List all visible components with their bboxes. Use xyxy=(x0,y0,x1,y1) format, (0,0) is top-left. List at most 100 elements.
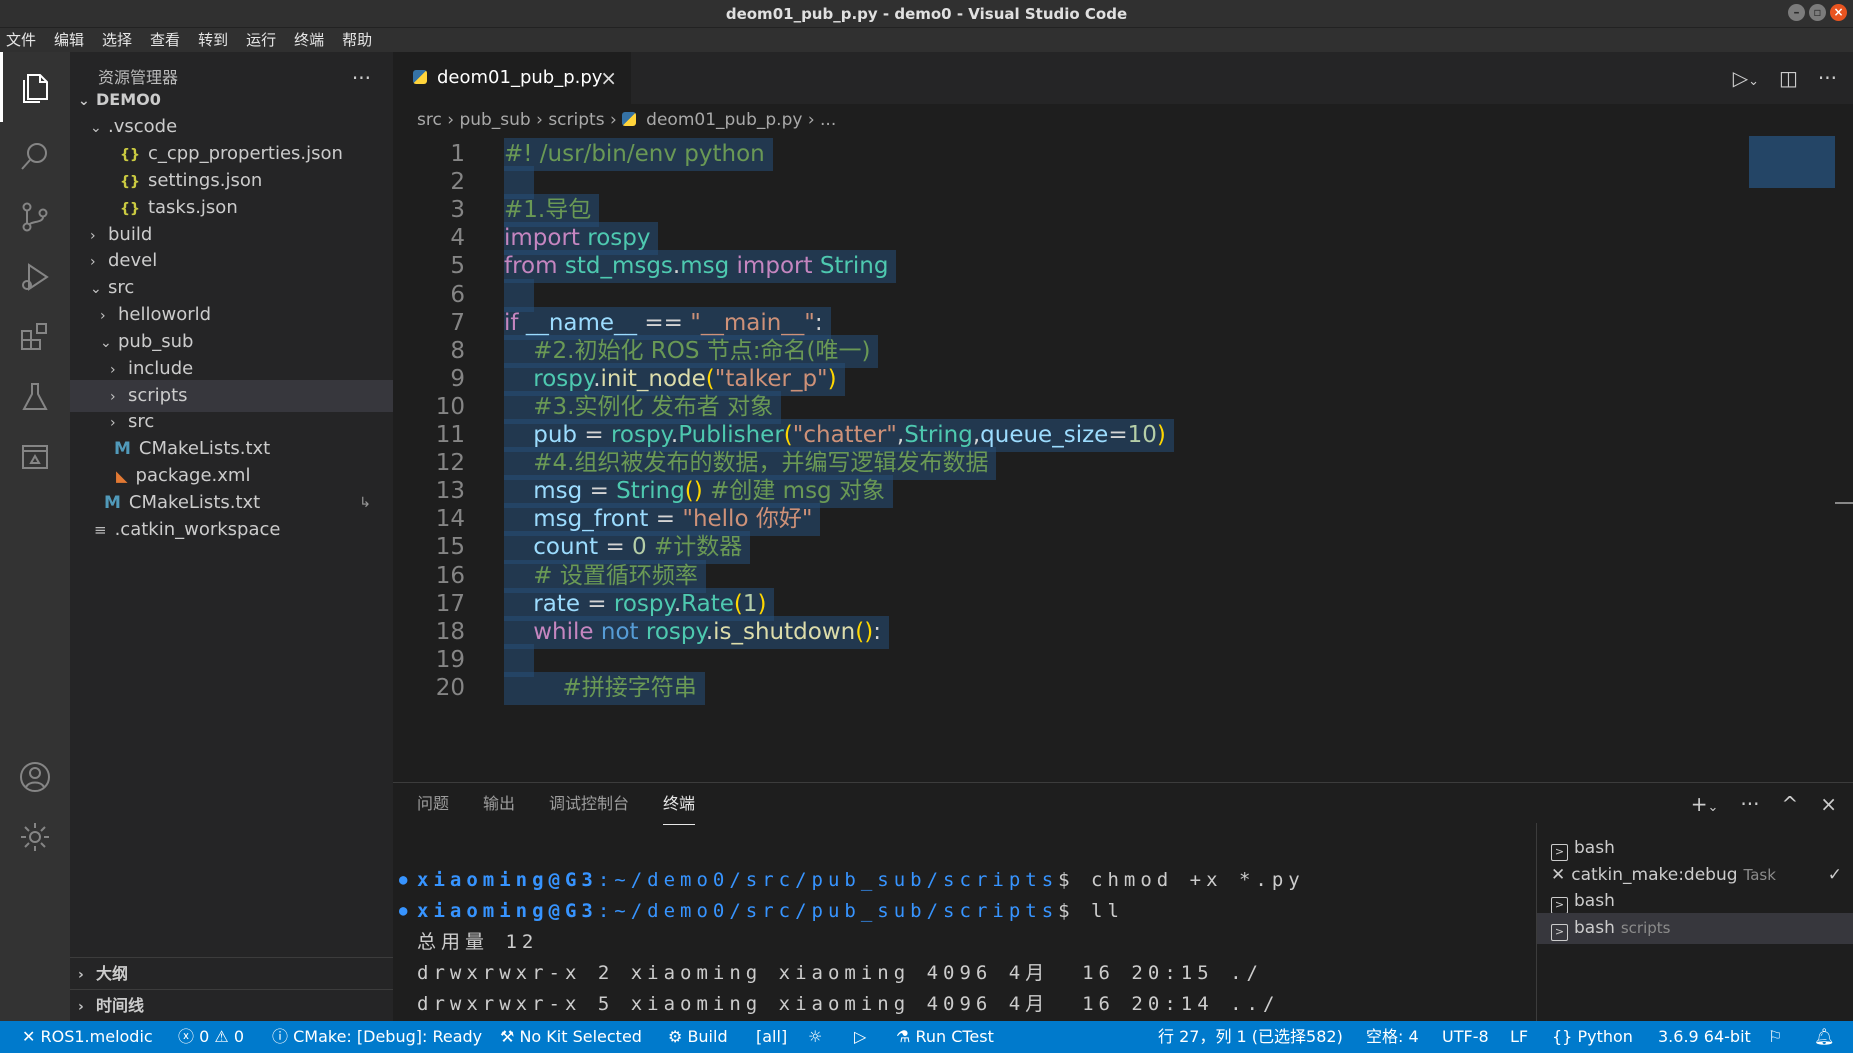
close-window-button[interactable]: × xyxy=(1830,4,1847,21)
code-line[interactable]: 20 #拼接字符串 xyxy=(393,671,1748,705)
braces-icon: {} xyxy=(1552,1027,1578,1046)
terminal-icon: > xyxy=(1551,897,1568,914)
tab-debug-console[interactable]: 调试控制台 xyxy=(549,783,629,825)
new-terminal-icon[interactable]: +⌄ xyxy=(1691,783,1719,825)
editor-area: deom01_pub_p.py × ▷⌄ ◫ ··· src › pub_sub… xyxy=(393,52,1853,782)
error-icon: ⓧ xyxy=(178,1027,200,1046)
python-file-icon xyxy=(622,112,637,126)
status-bar: ✕ ROS1.melodic ⓧ 0 ⚠ 0 ⓘ CMake: [Debug]:… xyxy=(0,1021,1853,1053)
tab-problems[interactable]: 问题 xyxy=(417,783,449,825)
settings-gear-icon[interactable] xyxy=(0,802,70,872)
code-text: #拼接字符串 xyxy=(504,671,705,705)
remote-indicator[interactable]: ✕ ROS1.melodic xyxy=(22,1021,153,1053)
wrench-icon: ⚒ xyxy=(500,1027,520,1046)
flask-icon: ⚗ xyxy=(896,1027,916,1046)
tab-output[interactable]: 输出 xyxy=(483,783,515,825)
indentation[interactable]: 空格: 4 xyxy=(1366,1021,1419,1053)
explorer-icon[interactable] xyxy=(0,52,70,122)
info-icon: ⓘ xyxy=(272,1027,294,1046)
close-tab-icon[interactable]: × xyxy=(600,52,617,104)
cmake-file-icon: M xyxy=(104,493,121,513)
terminal-prompt-line: ● xiaoming@G3:~/demo0/src/pub_sub/scripts… xyxy=(399,896,1517,927)
timeline-section[interactable]: › 时间线 xyxy=(70,989,393,1021)
file-lines-icon: ≡ xyxy=(94,521,107,539)
terminal-output-line: drwxrwxr-x 5 xiaoming xiaoming 4096 4月 1… xyxy=(417,993,1280,1015)
json-file-icon: {} xyxy=(120,201,140,217)
minimap[interactable] xyxy=(1749,136,1835,188)
language-mode[interactable]: {} Python xyxy=(1552,1021,1633,1053)
terminal-icon: > xyxy=(1551,924,1568,941)
bottom-panel: 问题 输出 调试控制台 终端 +⌄ ··· ^ × ● xiaoming@G3:~… xyxy=(393,782,1853,1022)
command-decoration-icon: ● xyxy=(399,872,408,888)
remote-explorer-icon[interactable] xyxy=(0,422,70,492)
tools-icon: ✕ xyxy=(1551,865,1566,885)
minimize-button[interactable]: – xyxy=(1788,4,1805,21)
editor-tabs: deom01_pub_p.py × ▷⌄ ◫ ··· xyxy=(393,52,1853,104)
breadcrumb-src[interactable]: src xyxy=(417,110,442,130)
run-python-file-icon[interactable]: ▷⌄ xyxy=(1733,66,1759,90)
menu-file[interactable]: 文件 xyxy=(6,28,36,52)
run-play-icon[interactable]: ▷ xyxy=(854,1021,866,1053)
breadcrumb-pub-sub[interactable]: pub_sub xyxy=(459,110,530,130)
json-file-icon: {} xyxy=(120,174,140,190)
menu-go[interactable]: 转到 xyxy=(198,28,228,52)
warning-icon: ⚠ xyxy=(214,1027,234,1046)
menu-view[interactable]: 查看 xyxy=(150,28,180,52)
json-file-icon: {} xyxy=(120,147,140,163)
cmake-build-button[interactable]: ⚙ Build xyxy=(668,1021,728,1053)
title-bar: deom01_pub_p.py - demo0 - Visual Studio … xyxy=(0,0,1853,28)
close-panel-icon[interactable]: × xyxy=(1820,783,1837,825)
menu-edit[interactable]: 编辑 xyxy=(54,28,84,52)
gear-icon: ⚙ xyxy=(668,1027,688,1046)
xml-file-icon: ◣ xyxy=(116,467,128,485)
code-editor[interactable]: 1 #! /usr/bin/env python 2 3 #1.导包 4 import r… xyxy=(393,136,1748,782)
cmake-target[interactable]: [all] xyxy=(756,1021,787,1053)
menu-terminal[interactable]: 终端 xyxy=(294,28,324,52)
python-interpreter[interactable]: 3.6.9 64-bit xyxy=(1658,1021,1751,1053)
cursor-position[interactable]: 行 27，列 1 (已选择582) xyxy=(1158,1021,1343,1053)
menu-run[interactable]: 运行 xyxy=(246,28,276,52)
terminal-icon: > xyxy=(1551,844,1568,861)
chevron-right-icon: › xyxy=(78,967,84,983)
breadcrumb-scripts[interactable]: scripts xyxy=(548,110,604,130)
more-actions-icon[interactable]: ··· xyxy=(1740,783,1759,825)
terminal-output[interactable]: ● xiaoming@G3:~/demo0/src/pub_sub/scripts… xyxy=(399,865,1517,1020)
encoding[interactable]: UTF-8 xyxy=(1442,1021,1489,1053)
debug-bug-icon[interactable]: ☼ xyxy=(808,1021,822,1053)
scrollbar-marker xyxy=(1835,502,1853,504)
cmake-kit[interactable]: ⚒ No Kit Selected xyxy=(500,1021,642,1053)
command-decoration-icon: ● xyxy=(399,903,408,919)
tab-terminal[interactable]: 终端 xyxy=(663,783,696,825)
breadcrumb-symbol[interactable]: ... xyxy=(820,110,836,130)
activity-bar xyxy=(0,52,70,1021)
menu-bar: 文件 编辑 选择 查看 转到 运行 终端 帮助 xyxy=(0,28,1853,52)
terminal-instance-bash-scripts[interactable]: > bash scripts xyxy=(1537,913,1853,944)
line-number: 20 xyxy=(435,674,465,701)
breadcrumb: src › pub_sub › scripts › deom01_pub_p.p… xyxy=(417,110,837,130)
run-ctest-button[interactable]: ⚗ Run CTest xyxy=(896,1021,994,1053)
more-actions-icon[interactable]: ··· xyxy=(1818,66,1837,90)
problems-indicator[interactable]: ⓧ 0 ⚠ 0 xyxy=(178,1021,244,1053)
window-title: deom01_pub_p.py - demo0 - Visual Studio … xyxy=(725,5,1128,23)
notifications-bell-icon[interactable]: 🔔︎ xyxy=(1814,1021,1834,1053)
tab-deom01-pub-p[interactable]: deom01_pub_p.py × xyxy=(393,52,631,104)
cmake-file-icon: M xyxy=(114,439,131,459)
terminal-output-line: 总用量 12 xyxy=(417,931,539,953)
python-file-icon xyxy=(413,70,427,84)
tree-item-catkin-workspace[interactable]: ≡ .catkin_workspace xyxy=(70,514,393,546)
feedback-icon[interactable]: ⚐ xyxy=(1768,1021,1782,1053)
breadcrumb-file[interactable]: deom01_pub_p.py xyxy=(646,110,802,130)
chevron-right-icon: › xyxy=(78,999,84,1015)
terminal-prompt-line: ● xiaoming@G3:~/demo0/src/pub_sub/scripts… xyxy=(399,865,1517,896)
menu-selection[interactable]: 选择 xyxy=(102,28,132,52)
outline-section[interactable]: › 大纲 xyxy=(70,957,393,989)
remote-icon: ✕ xyxy=(22,1027,41,1046)
explorer-sidebar: 资源管理器 ··· ⌄ DEMO0 ⌄ .vscode {} c_cpp_proper… xyxy=(70,52,393,1021)
maximize-button[interactable]: ▫ xyxy=(1809,4,1826,21)
terminal-output-line: drwxrwxr-x 2 xiaoming xiaoming 4096 4月 1… xyxy=(417,962,1263,984)
end-of-line[interactable]: LF xyxy=(1510,1021,1528,1053)
menu-help[interactable]: 帮助 xyxy=(342,28,372,52)
cmake-status[interactable]: ⓘ CMake: [Debug]: Ready xyxy=(272,1021,482,1053)
maximize-panel-icon[interactable]: ^ xyxy=(1781,783,1798,825)
split-editor-icon[interactable]: ◫ xyxy=(1779,66,1798,90)
